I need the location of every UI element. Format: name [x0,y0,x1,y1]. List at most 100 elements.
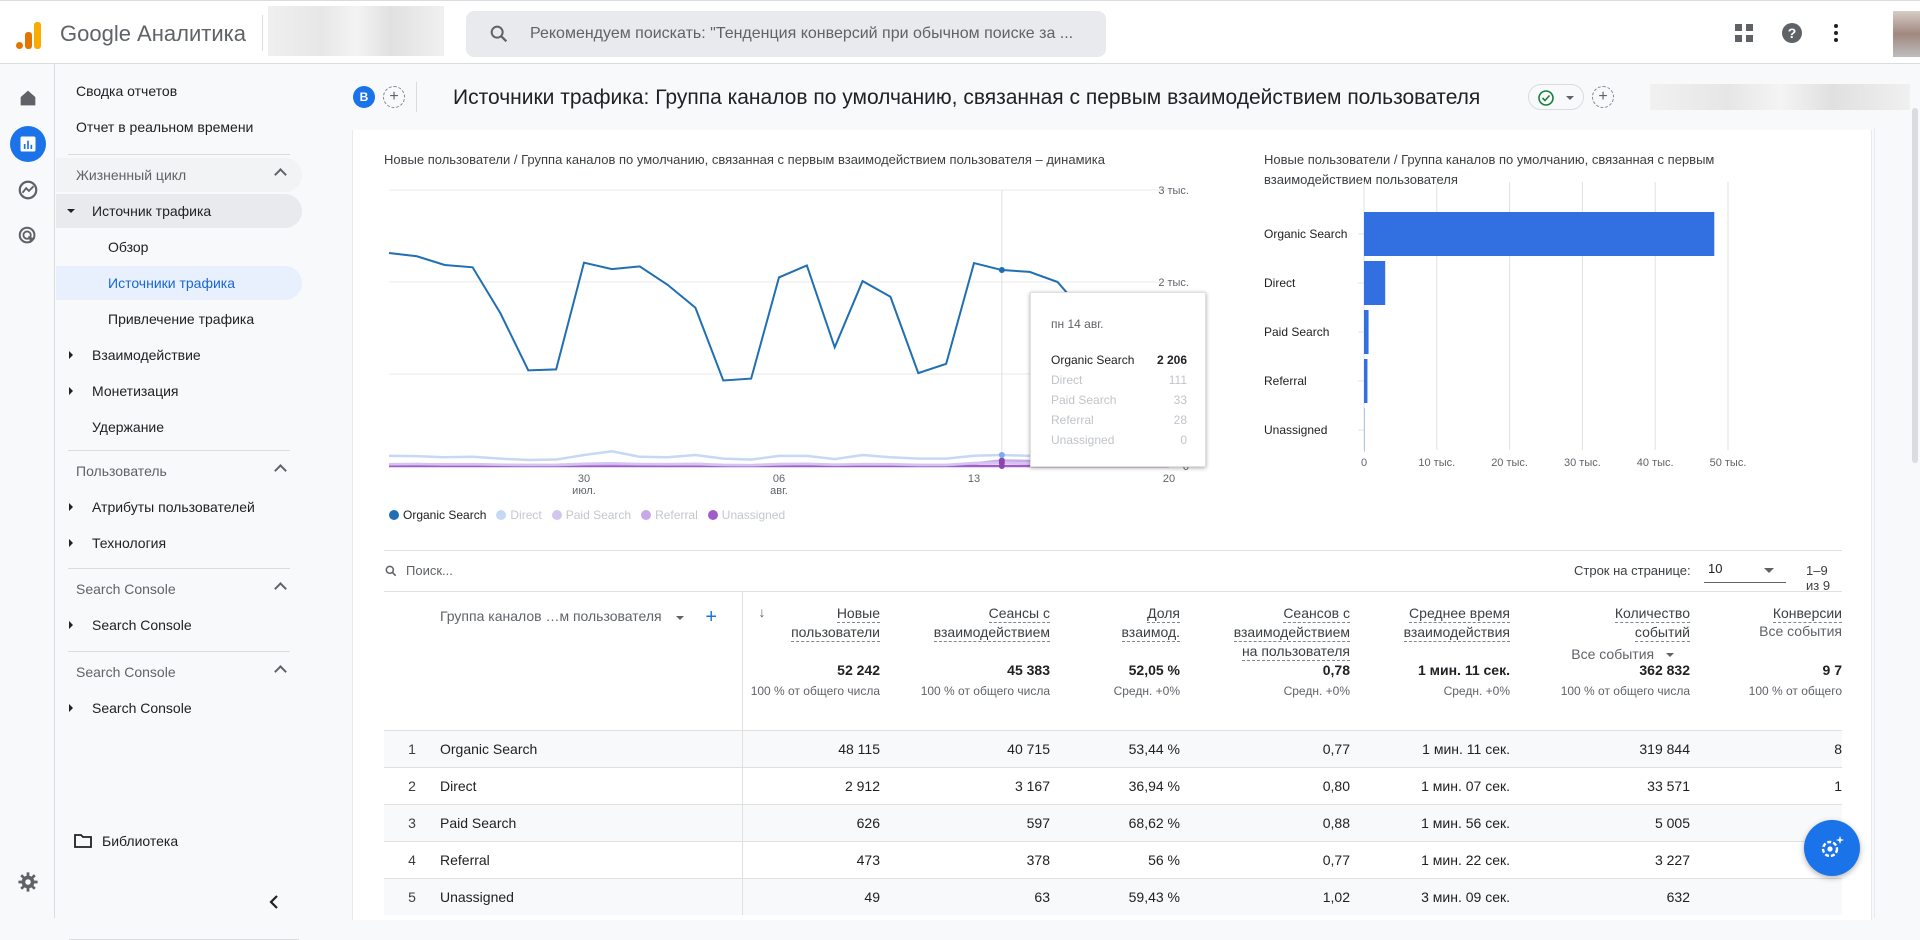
legend-dot [496,510,506,520]
table-row[interactable]: 1Organic Search48 11540 71553,44 %0,771 … [384,730,1842,767]
bar-direct[interactable] [1364,261,1385,305]
tooltip-date: пн 14 авг. [1051,317,1103,331]
apps-grid-icon[interactable] [1732,21,1756,45]
nav-user-attributes[interactable]: Атрибуты пользователей [56,490,302,524]
divider [68,568,290,569]
legend-item[interactable]: Organic Search [389,508,486,522]
add-comparison-button[interactable]: + [383,86,405,108]
page-title: Источники трафика: Группа каналов по умо… [453,86,1480,110]
insights-button[interactable] [1804,820,1860,876]
dimension-cell[interactable]: 1Organic Search [384,730,742,767]
y-tick-label: 2 тыс. [1158,277,1189,289]
legend-item[interactable]: Paid Search [552,508,631,522]
help-icon[interactable]: ? [1780,21,1804,45]
x-tick-label: 30 тыс. [1564,457,1601,469]
metric-cell: 1,02 [1192,878,1362,915]
table-search-input[interactable]: Поиск... [384,563,453,578]
bar-chart[interactable]: 010 тыс.20 тыс.30 тыс.40 тыс.50 тыс.Orga… [1260,180,1846,500]
nav-retention[interactable]: Удержание [56,410,302,444]
nav-realtime[interactable]: Отчет в реальном времени [56,110,302,144]
page-scrollbar[interactable] [1912,108,1918,463]
nav-section-lifecycle[interactable]: Жизненный цикл [56,158,302,192]
metric-cell: 40 715 [892,730,1062,767]
admin-settings-button[interactable] [10,864,46,900]
bar-referral[interactable] [1364,359,1367,403]
table-row[interactable]: 5Unassigned496359,43 %1,023 мин. 09 сек.… [384,878,1842,915]
nav-section-search-console-2[interactable]: Search Console [56,655,302,689]
hover-point [999,460,1005,466]
bar-organic-search[interactable] [1364,212,1714,256]
svg-text:?: ? [1788,25,1797,41]
pagination-info: 1–9 из 9 [1806,563,1842,593]
nav-overview[interactable]: Обзор [56,230,302,264]
reports-button[interactable] [10,126,46,162]
analytics-logo-icon[interactable] [14,19,42,49]
nav-traffic-acquisition[interactable]: Привлечение трафика [56,302,302,336]
app-title[interactable]: Google Аналитика [60,21,246,47]
dimension-header[interactable]: Группа каналов …м пользователя + [384,592,742,662]
nav-section-user[interactable]: Пользователь [56,454,302,488]
sort-descending-icon[interactable]: ↓ [759,604,766,620]
category-label: Direct [1264,276,1296,290]
column-header-event-count[interactable]: КоличествособытийВсе события [1522,592,1702,662]
dimension-cell[interactable]: 4Referral [384,841,742,878]
caret-right-icon [69,351,73,359]
column-header-sessions-per-user[interactable]: Сеансов свзаимодействиемна пользователя [1192,592,1362,662]
table-row[interactable]: 4Referral47337856 %0,771 мин. 22 сек.3 2… [384,841,1842,878]
x-tick-label: 06 [773,473,785,485]
home-button[interactable] [10,80,46,116]
rows-per-page-select[interactable]: 10 [1704,559,1786,583]
legend-item[interactable]: Unassigned [708,508,785,522]
divider [68,651,290,652]
nav-search-console-2[interactable]: Search Console [56,691,302,725]
collapse-nav-icon[interactable] [268,894,280,910]
nav-search-console-1[interactable]: Search Console [56,608,302,642]
report-status-button[interactable] [1528,84,1584,110]
legend-item[interactable]: Referral [641,508,698,522]
x-tick-label: 30 [578,473,590,485]
table-row[interactable]: 2Direct2 9123 16736,94 %0,801 мин. 07 се… [384,767,1842,804]
nav-engagement[interactable]: Взаимодействие [56,338,302,372]
add-button[interactable]: + [1592,86,1614,108]
tooltip-row: Referral28 [1051,413,1187,427]
explore-button[interactable] [10,172,46,208]
nav-traffic-sources[interactable]: Источники трафика [56,266,302,300]
table-row[interactable]: 3Paid Search62659768,62 %0,881 мин. 56 с… [384,804,1842,841]
account-selector[interactable] [268,6,444,56]
more-vert-icon[interactable] [1824,21,1848,45]
nav-acquisition[interactable]: Источник трафика [56,194,302,228]
divider [1874,128,1875,918]
search-input[interactable]: Рекомендуем поискать: "Тенденция конверс… [466,11,1106,57]
column-header-new-users[interactable]: ↓ Новыепользователи [742,592,892,662]
add-dimension-button[interactable]: + [705,606,717,628]
column-header-engagement-rate[interactable]: Долявзаимод. [1062,592,1192,662]
legend-item[interactable]: Direct [496,508,541,522]
dimension-cell[interactable]: 2Direct [384,767,742,804]
dimension-cell[interactable]: 3Paid Search [384,804,742,841]
chevron-up-icon [274,582,287,595]
dimension-cell[interactable]: 5Unassigned [384,878,742,915]
category-label: Organic Search [1264,227,1347,241]
date-range-picker[interactable] [1650,84,1910,110]
nav-tech[interactable]: Технология [56,526,302,560]
metric-cell: 473 [742,841,892,878]
insights-gear-sparkle-icon [1817,833,1847,863]
comparison-chip[interactable]: B [353,86,375,108]
tooltip-row: Organic Search2 206 [1051,353,1187,367]
column-header-engaged-sessions[interactable]: Сеансы свзаимодействием [892,592,1062,662]
nav-monetization[interactable]: Монетизация [56,374,302,408]
legend-dot [708,510,718,520]
nav-library[interactable]: Библиотека [56,824,302,858]
account-avatar[interactable] [1893,11,1920,57]
column-header-conversions[interactable]: КонверсииВсе события [1702,592,1842,662]
nav-reports-summary[interactable]: Сводка отчетов [56,74,302,108]
gear-icon [17,871,39,893]
metric-cell: 0,80 [1192,767,1362,804]
bar-paid-search[interactable] [1364,310,1369,354]
column-header-avg-engagement-time[interactable]: Среднее времявзаимодействия [1362,592,1522,662]
event-filter-select[interactable]: Все события [1571,646,1674,662]
advertising-icon [17,225,39,247]
advertising-button[interactable] [10,218,46,254]
search-icon [384,564,398,578]
nav-section-search-console-1[interactable]: Search Console [56,572,302,606]
